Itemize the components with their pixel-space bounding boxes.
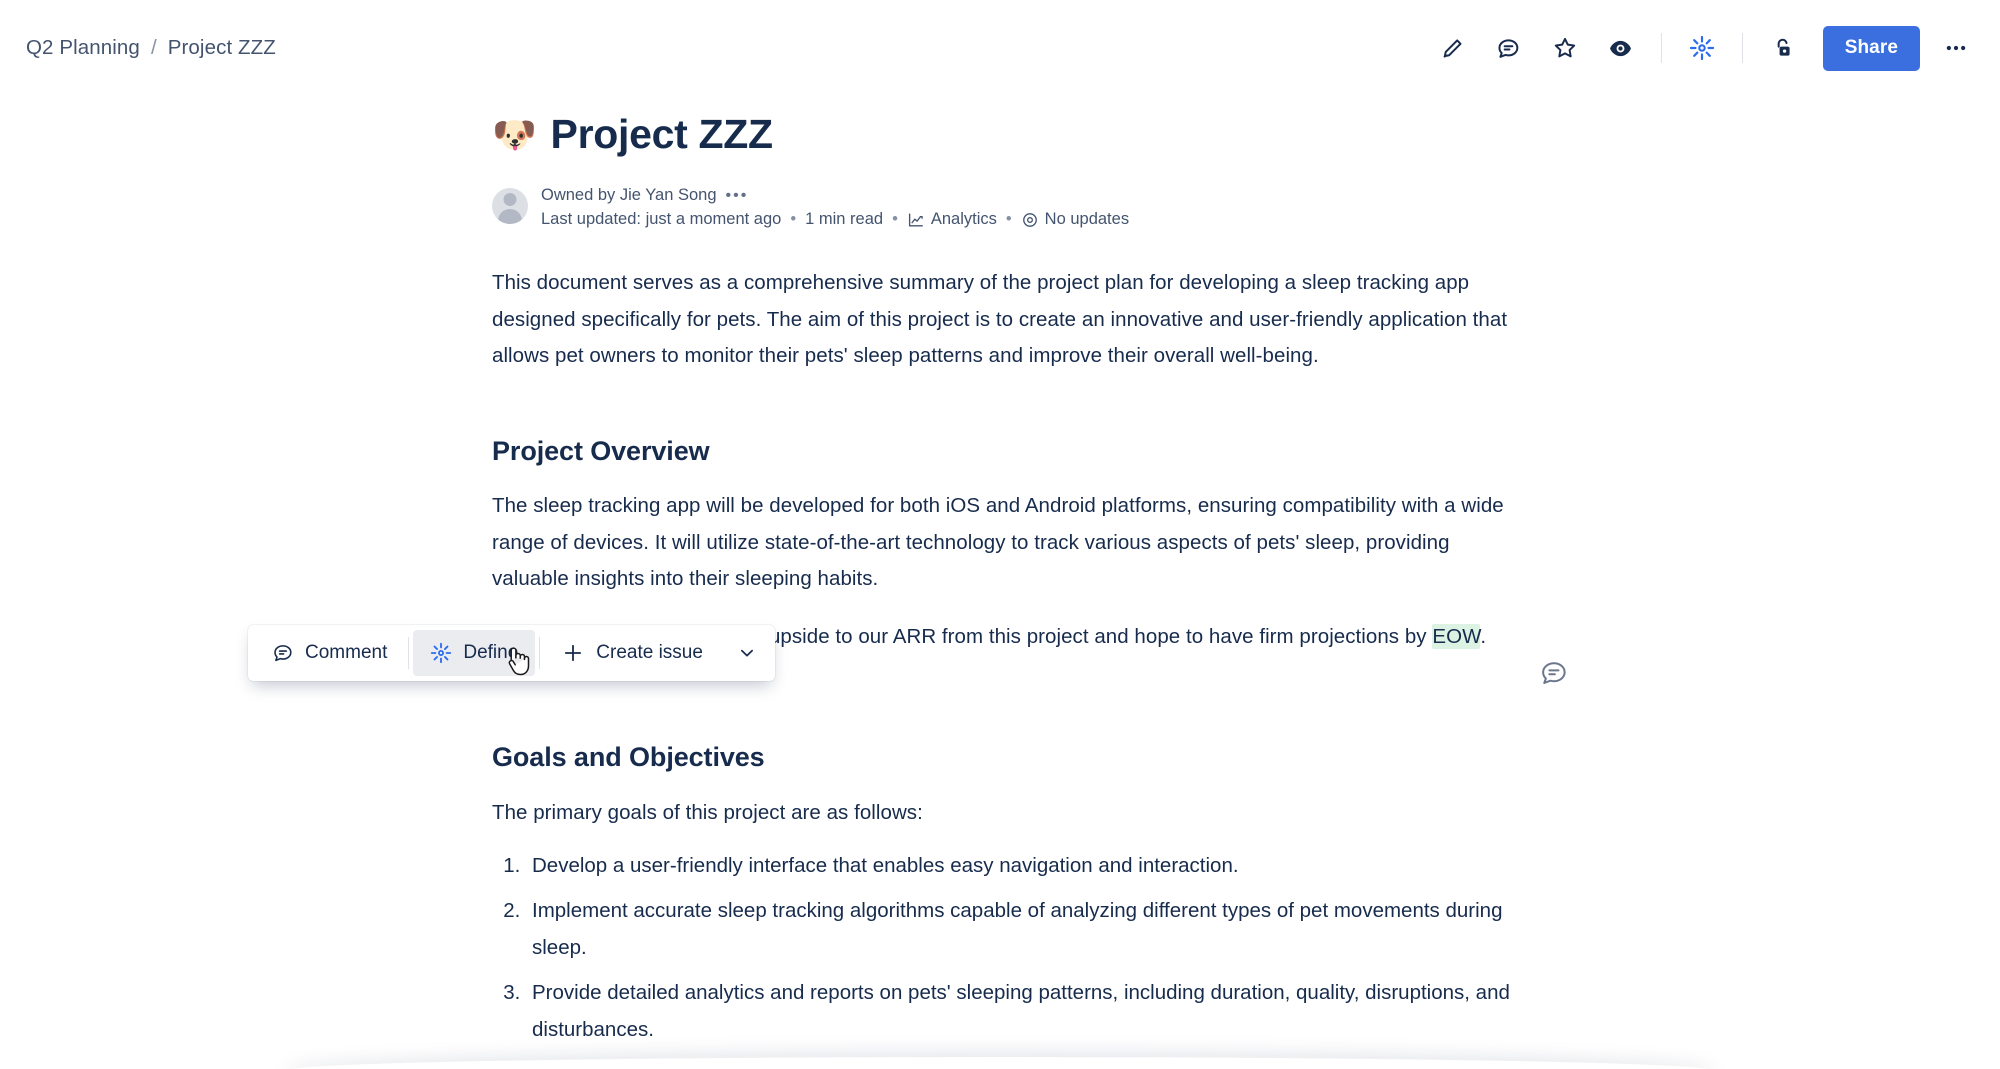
toolbar-divider-1: [1660, 33, 1662, 63]
heading-project-overview: Project Overview: [492, 435, 710, 466]
plus-icon: [561, 641, 585, 665]
top-bar: Q2 Planning / Project ZZZ Share: [0, 0, 2000, 96]
comment-button[interactable]: Comment: [255, 630, 404, 676]
comment-icon: [272, 642, 294, 664]
page-title: 🐶 Project ZZZ: [492, 110, 1512, 159]
updates-link[interactable]: No updates: [1021, 210, 1129, 229]
create-issue-button-label: Create issue: [596, 642, 703, 663]
page-title-text: Project ZZZ: [550, 111, 774, 157]
breadcrumb: Q2 Planning / Project ZZZ: [26, 36, 276, 60]
last-updated-label: Last updated: just a moment ago: [541, 210, 782, 229]
byline-meta-row: Last updated: just a moment ago • 1 min …: [541, 210, 1129, 229]
define-button-label: Define: [463, 642, 519, 663]
list-item: Provide detailed analytics and reports o…: [526, 975, 1512, 1048]
list-item: Implement accurate sleep tracking algori…: [526, 893, 1512, 966]
breadcrumb-item-page[interactable]: Project ZZZ: [168, 36, 276, 60]
share-button[interactable]: Share: [1822, 25, 1920, 71]
confluence-page-app: Q2 Planning / Project ZZZ Share 🐶 Projec…: [0, 0, 2000, 1069]
owner-more-icon[interactable]: •••: [726, 187, 749, 205]
paragraph-goals-intro: The primary goals of this project are as…: [492, 801, 923, 825]
paragraph-project-overview: The sleep tracking app will be developed…: [492, 494, 1504, 591]
dog-emoji-icon: 🐶: [492, 113, 537, 155]
read-time-label: 1 min read: [805, 210, 884, 229]
avatar[interactable]: [492, 188, 528, 225]
more-actions-icon[interactable]: [1934, 26, 1978, 70]
inline-comment-icon[interactable]: [1537, 656, 1571, 690]
analytics-link[interactable]: Analytics: [907, 210, 997, 229]
intro-paragraph: This document serves as a comprehensive …: [492, 271, 1508, 368]
breadcrumb-item-space[interactable]: Q2 Planning: [26, 36, 140, 60]
meta-separator-2: •: [892, 210, 898, 229]
comment-icon[interactable]: [1487, 26, 1531, 70]
owner-label: Owned by Jie Yan Song: [541, 186, 717, 205]
byline-text: Owned by Jie Yan Song ••• Last updated: …: [541, 185, 1129, 229]
unlock-padlock-icon[interactable]: [1761, 26, 1805, 70]
byline: Owned by Jie Yan Song ••• Last updated: …: [492, 185, 1512, 229]
paragraph-arr-after: .: [1480, 624, 1487, 648]
document-content: 🐶 Project ZZZ Owned by Jie Yan Song ••• …: [492, 96, 1566, 1049]
analytics-label: Analytics: [930, 210, 997, 229]
meta-separator-1: •: [790, 210, 797, 229]
selection-toolbar-more-button[interactable]: [725, 630, 769, 676]
goals-list: Develop a user-friendly interface that e…: [492, 848, 1512, 1049]
meta-separator-3: •: [1005, 210, 1012, 229]
page-scroll-area[interactable]: 🐶 Project ZZZ Owned by Jie Yan Song ••• …: [0, 96, 2000, 1069]
toolbar-divider-2: [1741, 33, 1743, 63]
list-item: Develop a user-friendly interface that e…: [526, 848, 1512, 885]
selection-toolbar: Comment Define Create issue: [248, 625, 775, 681]
define-button[interactable]: Define: [413, 630, 536, 676]
top-bar-actions: Share: [1425, 25, 1978, 71]
updates-target-icon: [1021, 211, 1039, 229]
comment-button-label: Comment: [305, 642, 388, 663]
selection-toolbar-divider-1: [408, 637, 410, 669]
byline-owner-row: Owned by Jie Yan Song •••: [541, 186, 1129, 205]
create-issue-button[interactable]: Create issue: [544, 630, 720, 676]
highlighted-term-eow[interactable]: EOW: [1432, 623, 1481, 649]
updates-label: No updates: [1044, 210, 1130, 229]
atlassian-intelligence-icon[interactable]: [1680, 26, 1724, 70]
chevron-down-icon: [740, 649, 753, 657]
edit-pencil-icon[interactable]: [1431, 26, 1475, 70]
breadcrumb-separator: /: [150, 36, 157, 59]
star-icon[interactable]: [1543, 26, 1587, 70]
watch-eye-icon[interactable]: [1599, 26, 1643, 70]
atlassian-intelligence-icon: [430, 642, 452, 664]
selection-toolbar-divider-2: [539, 637, 541, 669]
heading-goals-objectives: Goals and Objectives: [492, 742, 765, 773]
analytics-chart-icon: [907, 211, 925, 229]
